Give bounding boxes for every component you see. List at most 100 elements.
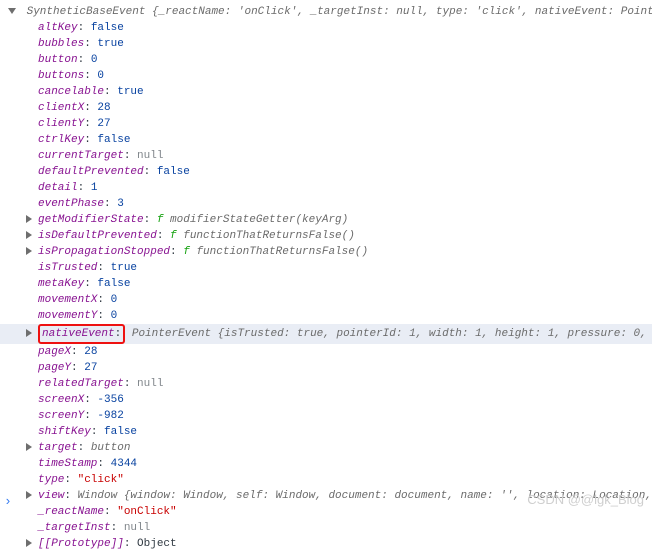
prop-cancelable[interactable]: cancelable: true <box>0 84 652 100</box>
value: null <box>137 378 163 390</box>
value: true <box>111 262 137 274</box>
prop-altKey[interactable]: altKey: false <box>0 20 652 36</box>
key: buttons <box>38 70 84 82</box>
prop-timeStamp[interactable]: timeStamp: 4344 <box>0 456 652 472</box>
prop-prototype[interactable]: [[Prototype]]: Object <box>0 536 652 552</box>
console-prompt-icon[interactable]: › <box>4 494 12 510</box>
chevron-right-icon[interactable] <box>26 329 32 337</box>
key: screenY <box>38 410 84 422</box>
key: metaKey <box>38 278 84 290</box>
key: pageY <box>38 362 71 374</box>
prop-ctrlKey[interactable]: ctrlKey: false <box>0 132 652 148</box>
key: _targetInst <box>38 522 111 534</box>
key: _reactName <box>38 506 104 518</box>
prop-targetInst[interactable]: _targetInst: null <box>0 520 652 536</box>
chevron-right-icon[interactable] <box>26 539 32 547</box>
object-summary: {_reactName: 'onClick', _targetInst: nul… <box>152 6 652 18</box>
prop-shiftKey[interactable]: shiftKey: false <box>0 424 652 440</box>
prop-movementX[interactable]: movementX: 0 <box>0 292 652 308</box>
prop-button[interactable]: button: 0 <box>0 52 652 68</box>
prop-target[interactable]: target: button <box>0 440 652 456</box>
prop-detail[interactable]: detail: 1 <box>0 180 652 196</box>
prop-type[interactable]: type: "click" <box>0 472 652 488</box>
watermark: CSDN @@lgk_Blog <box>527 492 644 508</box>
highlight-box: nativeEvent: <box>38 324 125 344</box>
key: type <box>38 474 64 486</box>
key: timeStamp <box>38 458 97 470</box>
key: defaultPrevented <box>38 166 144 178</box>
value: modifierStateGetter(keyArg) <box>170 214 348 226</box>
prop-isPropagationStopped[interactable]: isPropagationStopped: f functionThatRetu… <box>0 244 652 260</box>
value: false <box>104 426 137 438</box>
function-f: f <box>170 230 183 242</box>
prop-clientY[interactable]: clientY: 27 <box>0 116 652 132</box>
value: "onClick" <box>117 506 176 518</box>
prop-pageX[interactable]: pageX: 28 <box>0 344 652 360</box>
object-type: SyntheticBaseEvent <box>27 6 146 18</box>
value: null <box>137 150 163 162</box>
value: 27 <box>97 118 110 130</box>
value: true <box>117 86 143 98</box>
value: false <box>97 134 130 146</box>
key: nativeEvent <box>42 328 115 340</box>
prop-isTrusted[interactable]: isTrusted: true <box>0 260 652 276</box>
key: view <box>38 490 64 502</box>
prop-movementY[interactable]: movementY: 0 <box>0 308 652 324</box>
chevron-down-icon[interactable] <box>8 8 16 14</box>
key: button <box>38 54 78 66</box>
prop-currentTarget[interactable]: currentTarget: null <box>0 148 652 164</box>
value: functionThatReturnsFalse() <box>183 230 355 242</box>
value: 28 <box>84 346 97 358</box>
value: 3 <box>117 198 124 210</box>
prop-isDefaultPrevented[interactable]: isDefaultPrevented: f functionThatReturn… <box>0 228 652 244</box>
prop-buttons[interactable]: buttons: 0 <box>0 68 652 84</box>
key: ctrlKey <box>38 134 84 146</box>
value: 28 <box>97 102 110 114</box>
key: movementY <box>38 310 97 322</box>
chevron-right-icon[interactable] <box>26 247 32 255</box>
key: altKey <box>38 22 78 34</box>
object-header[interactable]: SyntheticBaseEvent {_reactName: 'onClick… <box>0 4 652 20</box>
prop-defaultPrevented[interactable]: defaultPrevented: false <box>0 164 652 180</box>
value: 0 <box>111 310 118 322</box>
key: relatedTarget <box>38 378 124 390</box>
value: 4344 <box>111 458 137 470</box>
prop-eventPhase[interactable]: eventPhase: 3 <box>0 196 652 212</box>
chevron-right-icon[interactable] <box>26 231 32 239</box>
key: shiftKey <box>38 426 91 438</box>
prop-pageY[interactable]: pageY: 27 <box>0 360 652 376</box>
prop-getModifierState[interactable]: getModifierState: f modifierStateGetter(… <box>0 212 652 228</box>
value: PointerEvent {isTrusted: true, pointerId… <box>132 328 652 340</box>
prop-nativeEvent[interactable]: nativeEvent: PointerEvent {isTrusted: tr… <box>0 324 652 344</box>
value: 0 <box>97 70 104 82</box>
key: pageX <box>38 346 71 358</box>
value: false <box>97 278 130 290</box>
prop-clientX[interactable]: clientX: 28 <box>0 100 652 116</box>
value: 0 <box>91 54 98 66</box>
value: 1 <box>91 182 98 194</box>
prop-screenX[interactable]: screenX: -356 <box>0 392 652 408</box>
key: detail <box>38 182 78 194</box>
key: isPropagationStopped <box>38 246 170 258</box>
key: bubbles <box>38 38 84 50</box>
value: 0 <box>111 294 118 306</box>
prop-bubbles[interactable]: bubbles: true <box>0 36 652 52</box>
value: "click" <box>78 474 124 486</box>
prop-screenY[interactable]: screenY: -982 <box>0 408 652 424</box>
function-f: f <box>183 246 196 258</box>
key: isDefaultPrevented <box>38 230 157 242</box>
chevron-right-icon[interactable] <box>26 443 32 451</box>
value: 27 <box>84 362 97 374</box>
prop-metaKey[interactable]: metaKey: false <box>0 276 652 292</box>
value: -982 <box>97 410 123 422</box>
prop-relatedTarget[interactable]: relatedTarget: null <box>0 376 652 392</box>
value: null <box>124 522 150 534</box>
chevron-right-icon[interactable] <box>26 491 32 499</box>
key: target <box>38 442 78 454</box>
key: cancelable <box>38 86 104 98</box>
key: movementX <box>38 294 97 306</box>
value: button <box>91 442 131 454</box>
key: getModifierState <box>38 214 144 226</box>
key: isTrusted <box>38 262 97 274</box>
chevron-right-icon[interactable] <box>26 215 32 223</box>
